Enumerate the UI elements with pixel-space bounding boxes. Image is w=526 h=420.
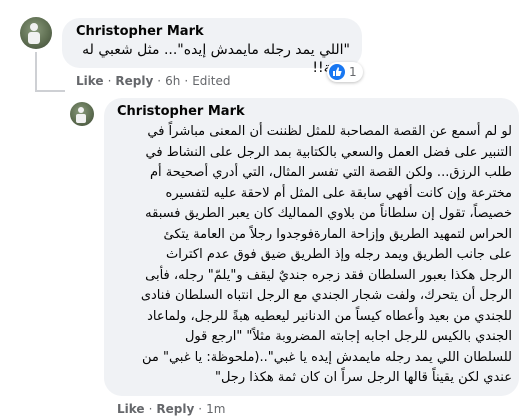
avatar[interactable]	[70, 102, 94, 126]
comment-line: خصيصاً، تقول إن سلطاناً من بلاوي الممالي…	[145, 206, 512, 221]
thread-line	[35, 52, 37, 92]
comment-line: عندي لكن يقيناً قالها الرجل سراً ان كان …	[214, 370, 512, 385]
reaction-count[interactable]: 1	[327, 62, 363, 82]
reply-button[interactable]: Reply	[156, 402, 194, 416]
like-button[interactable]: Like	[76, 74, 104, 88]
comment-author[interactable]: Christopher Mark	[76, 24, 204, 39]
comment-author[interactable]: Christopher Mark	[117, 104, 245, 119]
comment-line: الرجل أن يتحرك، ولفت شجار الجندي مع الرج…	[140, 288, 512, 303]
comment-line: للجندي من بعيد وأعطاه كيساً من الدنانير …	[147, 308, 512, 324]
comment-line: للسلطان اللي يمد رجله مايمدش إيده يا غبي…	[141, 349, 512, 365]
comment-line: لو لم أسمع عن القصة المصاحبة للمثل لظننت…	[147, 124, 512, 139]
comment-line: الجندي بالكيس للرجل اجابه إجابته المضروب…	[184, 329, 512, 344]
comment-line: طلب الرزق... ولكن القصة التي تفسر المثال…	[149, 165, 512, 180]
comment-line: الحراس لتمهيد الطريق وإزاحة المارةفوجدوا…	[163, 226, 512, 242]
comment-line: مخترعة وإن كانت أفهي سابقة على المثل أم …	[165, 185, 512, 201]
thread-line	[35, 90, 65, 92]
timestamp[interactable]: 6h	[165, 74, 180, 88]
like-button[interactable]: Like	[117, 402, 145, 416]
comment-line: التنبير على فضل العمل والسعي بالكتابية ب…	[145, 144, 512, 160]
comment-text: لو لم أسمع عن القصة المصاحبة للمثل لظننت…	[114, 122, 512, 389]
comment-actions: Like · Reply · 1m	[117, 402, 226, 416]
comment-actions: Like · Reply · 6h · Edited	[76, 74, 231, 88]
comment-text: "اللي يمد رجله مايمدش إيده"... مثل شعبي …	[82, 42, 350, 76]
edited-label: Edited	[192, 74, 231, 88]
timestamp[interactable]: 1m	[206, 402, 225, 416]
comment-line: الرجل هكذا بعبور السلطان فقد زجره جنديٌ …	[145, 267, 512, 283]
avatar[interactable]	[20, 17, 52, 49]
comment-line: على جانب الطريق ويمد رجله وإذ الطريق ضيق…	[165, 247, 512, 262]
reply-button[interactable]: Reply	[115, 74, 153, 88]
like-thumb-icon	[329, 64, 345, 80]
